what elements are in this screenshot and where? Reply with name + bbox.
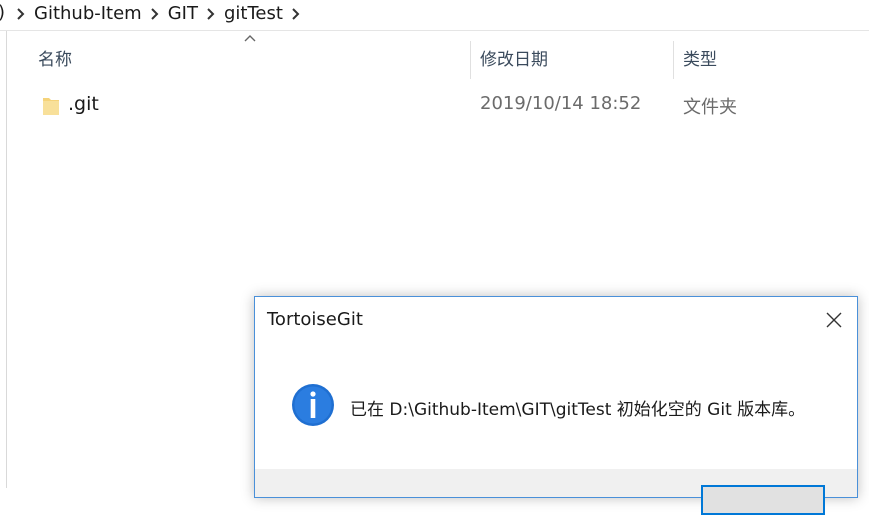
breadcrumb-items: Github-Item GIT gitTest bbox=[12, 2, 305, 26]
dialog-message: 已在 D:\Github-Item\GIT\gitTest 初始化空的 Git … bbox=[350, 400, 806, 420]
file-type: 文件夹 bbox=[683, 97, 737, 118]
dialog-title: TortoiseGit bbox=[267, 309, 363, 330]
ok-button[interactable] bbox=[701, 485, 825, 515]
close-icon bbox=[826, 312, 842, 328]
close-button[interactable] bbox=[817, 303, 851, 337]
chevron-right-icon[interactable] bbox=[202, 2, 220, 26]
breadcrumb-edge: ) bbox=[0, 2, 5, 23]
column-divider[interactable] bbox=[673, 41, 674, 79]
chevron-right-icon[interactable] bbox=[146, 2, 164, 26]
breadcrumb-git[interactable]: GIT bbox=[164, 2, 202, 26]
tortoisegit-dialog: TortoiseGit 已在 D:\Github-Item\GIT\gitTes… bbox=[254, 296, 858, 515]
breadcrumb-gittest[interactable]: gitTest bbox=[220, 2, 287, 26]
sort-ascending-icon bbox=[240, 32, 260, 46]
file-name: .git bbox=[68, 93, 99, 115]
chevron-right-icon[interactable] bbox=[12, 2, 30, 26]
navigation-pane-edge[interactable] bbox=[0, 31, 7, 488]
breadcrumb-github-item[interactable]: Github-Item bbox=[30, 2, 146, 26]
file-row[interactable]: .git 2019/10/14 18:52 文件夹 bbox=[30, 88, 869, 124]
info-icon bbox=[291, 383, 335, 427]
dialog-footer bbox=[255, 469, 857, 515]
breadcrumb: ) Github-Item GIT gitTest bbox=[0, 0, 869, 31]
column-header-type[interactable]: 类型 bbox=[683, 41, 717, 79]
file-modified: 2019/10/14 18:52 bbox=[480, 93, 642, 114]
column-header-name[interactable]: 名称 bbox=[38, 41, 72, 79]
chevron-right-icon[interactable] bbox=[287, 2, 305, 26]
column-header-modified[interactable]: 修改日期 bbox=[480, 41, 548, 79]
column-divider[interactable] bbox=[470, 41, 471, 79]
folder-icon bbox=[42, 95, 60, 117]
